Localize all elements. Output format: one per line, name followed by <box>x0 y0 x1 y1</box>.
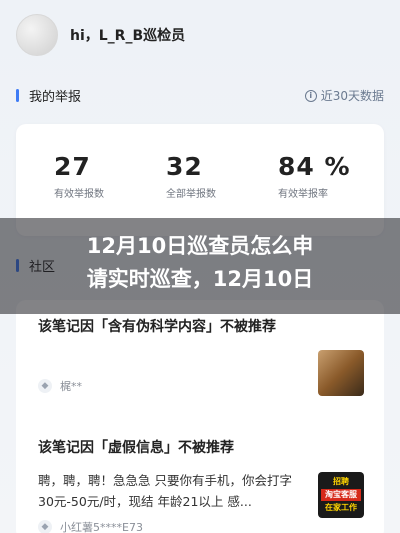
stat-value: 27 <box>54 152 91 181</box>
stat-value: 32 <box>166 152 203 181</box>
post-author[interactable]: ◆ 梶** <box>38 378 82 394</box>
avatar[interactable] <box>16 14 58 56</box>
stat-label: 有效举报数 <box>54 189 104 200</box>
post-thumbnail[interactable] <box>318 350 364 396</box>
my-reports-label: 我的举报 <box>29 90 82 105</box>
post-thumbnail[interactable]: 招聘 淘宝客服 在家工作 <box>318 472 364 518</box>
stat-value: 84 % <box>278 152 351 181</box>
feed-card: 该笔记因「含有伪科学内容」不被推荐 ◆ 梶** 该笔记因「虚假信息」不被推荐 聘… <box>16 300 384 533</box>
overlay-line: 12月10日巡查员怎么申 <box>86 234 314 258</box>
stat-all-reports[interactable]: 32 全部举报数 <box>166 152 216 200</box>
author-name: 梶** <box>60 380 82 393</box>
author-name: 小红薯5****E73 <box>60 521 143 533</box>
last-30-days-link[interactable]: i 近30天数据 <box>304 87 384 104</box>
info-icon: i <box>304 89 317 102</box>
stat-label: 有效举报率 <box>278 189 328 200</box>
thumb-text: 淘宝客服 <box>321 489 361 501</box>
my-reports-title: 我的举报 <box>16 86 81 105</box>
diamond-badge-icon: ◆ <box>38 379 52 393</box>
post-title[interactable]: 该笔记因「虚假信息」不被推荐 <box>38 437 234 457</box>
stat-valid-reports[interactable]: 27 有效举报数 <box>54 152 104 200</box>
post-title[interactable]: 该笔记因「含有伪科学内容」不被推荐 <box>38 316 276 336</box>
last-30-days-label: 近30天数据 <box>320 89 384 103</box>
greeting-text: hi，L_R_B巡检员 <box>70 28 186 44</box>
thumb-text: 招聘 <box>333 477 349 486</box>
accent-bar <box>16 89 19 102</box>
thumb-text: 在家工作 <box>325 503 357 512</box>
overlay-line: 请实时巡查，12月10日 <box>86 267 314 291</box>
diamond-badge-icon: ◆ <box>38 520 52 533</box>
title-overlay-banner: 12月10日巡查员怎么申 请实时巡查，12月10日 <box>0 218 400 314</box>
user-header: hi，L_R_B巡检员 <box>16 14 185 56</box>
post-author[interactable]: ◆ 小红薯5****E73 <box>38 519 143 533</box>
post-body[interactable]: 聘，聘，聘！急急急 只要你有手机，你会打字 30元-50元/时，现结 年龄21以… <box>38 470 308 512</box>
stat-label: 全部举报数 <box>166 189 216 200</box>
stat-valid-rate[interactable]: 84 % 有效举报率 <box>278 152 351 200</box>
